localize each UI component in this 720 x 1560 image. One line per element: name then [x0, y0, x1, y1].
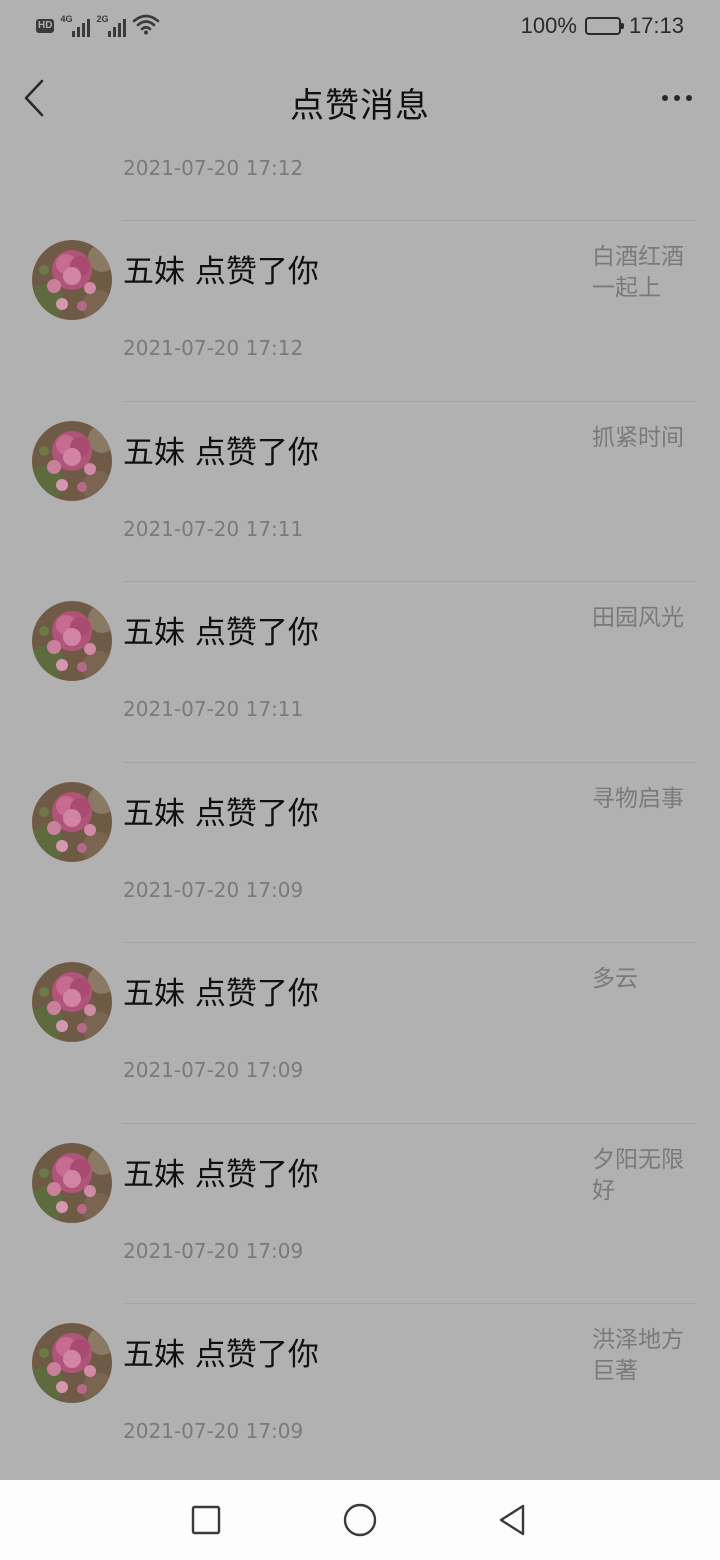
more-dots-icon: [662, 95, 668, 101]
battery-icon: [584, 17, 624, 35]
battery-percent: 100%: [520, 13, 577, 38]
divider: [123, 581, 696, 582]
wifi-icon: [132, 13, 160, 39]
header: 点赞消息: [0, 60, 720, 140]
post-title: 白酒红酒一起上: [592, 244, 684, 301]
home-button[interactable]: [340, 1500, 380, 1540]
avatar[interactable]: [32, 1323, 112, 1403]
triangle-back-icon: [499, 1504, 525, 1536]
item-time: 2021-07-20 17:09: [123, 1238, 304, 1263]
post-title: 多云: [592, 966, 638, 992]
divider: [123, 1122, 696, 1124]
item-time: 2021-07-20 17:09: [123, 1419, 304, 1443]
item-time: 2021-07-20 17:09: [123, 877, 304, 902]
status-bar: HD 4G 2G 100% 17:13: [0, 0, 720, 52]
system-nav-bar: [0, 1480, 720, 1560]
list-item[interactable]: 五妹 点赞了你 田园风光 2021-07-20 17:11: [0, 581, 720, 761]
recents-button[interactable]: [186, 1500, 226, 1540]
liker-text: 五妹 点赞了你: [123, 615, 319, 651]
hd-badge: HD: [36, 19, 55, 33]
post-title: 洪泽地方巨著: [592, 1327, 684, 1384]
item-time: 2021-07-20 17:11: [123, 516, 304, 541]
divider: [123, 220, 696, 221]
divider: [123, 1303, 696, 1304]
page-title: 点赞消息: [290, 86, 430, 126]
list-item[interactable]: 五妹 点赞了你 夕阳无限好 2021-07-20 17:09: [0, 1122, 720, 1303]
clock: 17:13: [628, 13, 684, 38]
list-item[interactable]: 五妹 点赞了你 抓紧时间 2021-07-20 17:11: [0, 400, 720, 581]
liker-text: 五妹 点赞了你: [123, 1337, 319, 1373]
list-item[interactable]: 五妹 点赞了你 寻物启事 2021-07-20 17:09: [0, 761, 720, 942]
avatar[interactable]: [32, 601, 112, 681]
avatar[interactable]: [32, 962, 112, 1042]
liker-text: 五妹 点赞了你: [123, 254, 319, 290]
post-title: 田园风光: [592, 605, 684, 631]
liker-text: 五妹 点赞了你: [123, 976, 319, 1012]
item-time: 2021-07-20 17:09: [123, 1058, 304, 1082]
avatar[interactable]: [32, 240, 112, 320]
more-button[interactable]: [652, 78, 702, 118]
sim1-signal-icon: 4G: [60, 14, 91, 37]
post-title: 抓紧时间: [592, 424, 684, 451]
list-item[interactable]: 五妹 点赞了你 洪泽地方巨著 2021-07-20 17:09: [0, 1303, 720, 1483]
system-back-button[interactable]: [492, 1500, 532, 1540]
screen: HD 4G 2G 100% 17:13 点赞消息 2021-07-20 17:1…: [0, 0, 720, 1560]
post-title: 夕阳无限好: [592, 1146, 684, 1204]
previous-item-time: 2021-07-20 17:12: [123, 156, 304, 180]
sim1-network: 4G: [60, 14, 73, 24]
divider: [123, 761, 696, 763]
avatar[interactable]: [32, 1142, 112, 1223]
item-time: 2021-07-20 17:11: [123, 697, 304, 721]
status-left: HD 4G 2G: [36, 12, 160, 40]
divider: [123, 400, 696, 402]
square-icon: [191, 1505, 221, 1535]
liker-text: 五妹 点赞了你: [123, 795, 319, 832]
divider: [123, 942, 696, 943]
sim2-signal-icon: 2G: [96, 14, 127, 37]
list-item[interactable]: 五妹 点赞了你 白酒红酒一起上 2021-07-20 17:12: [0, 220, 720, 400]
status-right: 100% 17:13: [521, 12, 684, 40]
list-item[interactable]: 五妹 点赞了你 多云 2021-07-20 17:09: [0, 942, 720, 1122]
liker-text: 五妹 点赞了你: [123, 434, 319, 471]
circle-icon: [343, 1503, 377, 1537]
liker-text: 五妹 点赞了你: [123, 1156, 319, 1193]
sim2-network: 2G: [96, 14, 109, 24]
avatar[interactable]: [32, 420, 112, 501]
avatar[interactable]: [32, 781, 112, 862]
post-title: 寻物启事: [592, 785, 684, 812]
item-time: 2021-07-20 17:12: [123, 336, 304, 360]
